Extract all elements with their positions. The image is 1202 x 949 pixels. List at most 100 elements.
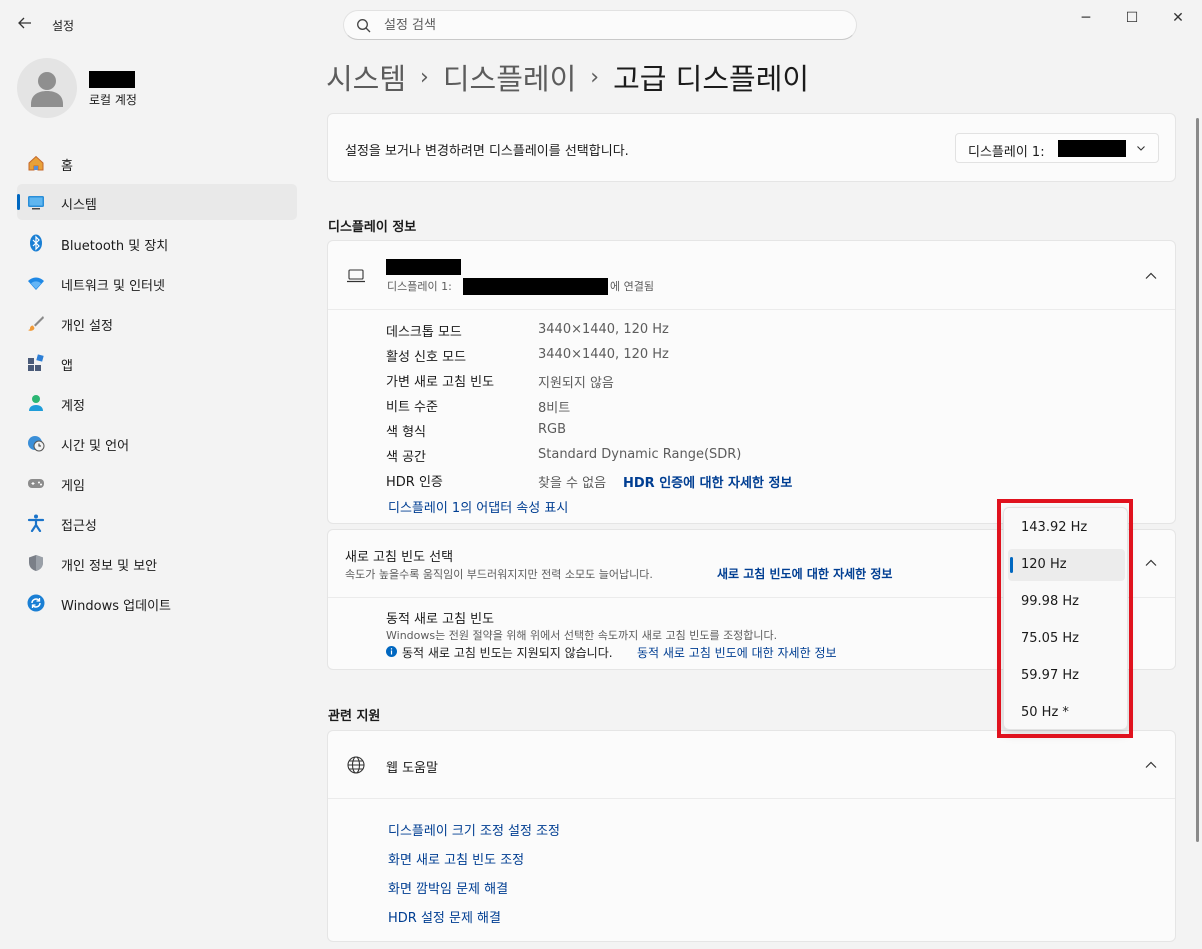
- gamepad-icon: [28, 479, 44, 488]
- refresh-rate-title: 새로 고침 빈도 선택: [345, 550, 454, 565]
- home-icon: [28, 155, 44, 171]
- monitor-name-redacted: [386, 259, 461, 275]
- wifi-icon: [28, 277, 44, 290]
- info-label-hdr-cert: HDR 인증: [386, 475, 443, 490]
- sidebar-item-label: Bluetooth 및 장치: [61, 239, 169, 254]
- divider: [328, 309, 1175, 310]
- display-select-value: 디스플레이 1:: [968, 145, 1045, 160]
- help-link-hdr[interactable]: HDR 설정 문제 해결: [388, 907, 501, 926]
- info-value-desktop-mode: 3440×1440, 120 Hz: [538, 322, 669, 337]
- search-icon: [357, 19, 371, 33]
- red-highlight-annotation: [997, 499, 1133, 738]
- app-title: 설정: [52, 19, 75, 33]
- brush-icon: [28, 316, 44, 331]
- avatar[interactable]: [17, 58, 77, 118]
- chevron-up-icon[interactable]: [1144, 556, 1158, 570]
- sidebar-item-windows-update[interactable]: Windows 업데이트: [17, 585, 297, 621]
- info-value-bit-depth: 8비트: [538, 401, 571, 416]
- breadcrumb-display[interactable]: 디스플레이: [443, 56, 576, 98]
- web-help-label: 웹 도움말: [386, 761, 438, 776]
- adapter-properties-link[interactable]: 디스플레이 1의 어댑터 속성 표시: [388, 497, 568, 516]
- bluetooth-icon: [30, 234, 42, 252]
- refresh-rate-info-link[interactable]: 새로 고침 빈도에 대한 자세한 정보: [717, 565, 892, 582]
- breadcrumb: 시스템 › 디스플레이 › 고급 디스플레이: [326, 56, 809, 98]
- page-title: 고급 디스플레이: [613, 62, 810, 96]
- apps-icon: [28, 354, 44, 371]
- refresh-rate-desc: 속도가 높을수록 움직임이 부드러워지지만 전력 소모도 늘어납니다.: [345, 568, 653, 581]
- help-link-display-scale[interactable]: 디스플레이 크기 조정 설정 조정: [388, 820, 560, 839]
- selection-indicator: [17, 194, 20, 210]
- display-info-header[interactable]: 디스플레이 1: 에 연결됨: [328, 241, 1175, 309]
- close-button[interactable]: ✕: [1155, 4, 1201, 32]
- sidebar-item-label: 접근성: [61, 519, 97, 534]
- sidebar-item-label: Windows 업데이트: [61, 599, 172, 614]
- sidebar-item-bluetooth[interactable]: Bluetooth 및 장치: [17, 225, 297, 261]
- search-box[interactable]: [343, 10, 857, 40]
- account-name-redacted: [89, 71, 135, 88]
- sidebar-item-label: 계정: [61, 399, 85, 414]
- minimize-button[interactable]: ─: [1063, 4, 1109, 32]
- divider: [328, 798, 1175, 799]
- sidebar-item-personalization[interactable]: 개인 설정: [17, 305, 297, 341]
- sidebar-item-privacy[interactable]: 개인 정보 및 보안: [17, 545, 297, 581]
- info-label-desktop-mode: 데스크톱 모드: [386, 325, 462, 340]
- connection-suffix: 에 연결됨: [610, 280, 654, 293]
- sidebar-item-label: 개인 설정: [61, 319, 113, 334]
- sidebar-item-accessibility[interactable]: 접근성: [17, 505, 297, 541]
- sidebar-item-label: 네트워크 및 인터넷: [61, 279, 165, 294]
- info-label-color-space: 색 공간: [386, 450, 427, 465]
- sidebar-item-network[interactable]: 네트워크 및 인터넷: [17, 265, 297, 301]
- update-icon: [27, 594, 45, 612]
- dynamic-refresh-link[interactable]: 동적 새로 고침 빈도에 대한 자세한 정보: [637, 644, 837, 661]
- sidebar-item-accounts[interactable]: 계정: [17, 385, 297, 421]
- dynamic-refresh-title: 동적 새로 고침 빈도: [386, 612, 495, 627]
- display-info-card: 디스플레이 1: 에 연결됨 데스크톱 모드 3440×1440, 120 Hz…: [327, 240, 1176, 524]
- minimize-icon: ─: [1081, 10, 1091, 26]
- close-icon: ✕: [1172, 10, 1184, 26]
- chevron-up-icon: [1145, 272, 1157, 279]
- info-label-vrr: 가변 새로 고침 빈도: [386, 375, 495, 390]
- back-button[interactable]: [14, 12, 36, 34]
- sidebar-item-label: 시스템: [61, 198, 97, 213]
- sidebar-item-system[interactable]: 시스템: [17, 184, 297, 220]
- maximize-button[interactable]: ☐: [1109, 4, 1155, 32]
- sidebar-item-time-language[interactable]: 시간 및 언어: [17, 425, 297, 461]
- globe-clock-icon: [28, 436, 45, 452]
- info-label-active-signal: 활성 신호 모드: [386, 350, 467, 365]
- help-link-refresh-rate[interactable]: 화면 새로 고침 빈도 조정: [388, 849, 524, 868]
- chevron-up-icon: [1145, 761, 1157, 768]
- chevron-right-icon: ›: [420, 64, 429, 90]
- sidebar-item-label: 홈: [61, 159, 73, 174]
- info-value-vrr: 지원되지 않음: [538, 376, 614, 391]
- sidebar-item-gaming[interactable]: 게임: [17, 465, 297, 501]
- hdr-cert-link[interactable]: HDR 인증에 대한 자세한 정보: [623, 472, 792, 491]
- connection-prefix: 디스플레이 1:: [387, 280, 452, 293]
- display-name-redacted: [1058, 140, 1126, 157]
- chevron-right-icon: ›: [590, 64, 600, 90]
- display-info-heading: 디스플레이 정보: [328, 220, 417, 235]
- user-silhouette-icon: [31, 72, 63, 107]
- dynamic-refresh-desc: Windows는 전원 절약을 위해 위에서 선택한 속도까지 새로 고침 빈도…: [386, 629, 778, 642]
- sidebar-item-label: 앱: [61, 359, 73, 374]
- web-help-header[interactable]: 웹 도움말: [328, 731, 1175, 798]
- info-value-hdr-cert: 찾을 수 없음: [538, 476, 607, 491]
- info-value-color-space: Standard Dynamic Range(SDR): [538, 447, 742, 462]
- sidebar-item-label: 시간 및 언어: [61, 439, 130, 454]
- sidebar-item-home[interactable]: 홈: [17, 145, 297, 181]
- back-arrow-icon: [18, 17, 31, 29]
- globe-icon: [347, 756, 365, 774]
- shield-icon: [29, 555, 43, 571]
- breadcrumb-system[interactable]: 시스템: [326, 56, 406, 98]
- account-type: 로컬 계정: [89, 93, 137, 107]
- scrollbar[interactable]: [1196, 118, 1199, 842]
- maximize-icon: ☐: [1125, 10, 1139, 26]
- sidebar-item-apps[interactable]: 앱: [17, 345, 297, 381]
- display-select-dropdown[interactable]: 디스플레이 1:: [955, 133, 1159, 163]
- system-icon: [28, 196, 44, 210]
- search-input[interactable]: [384, 16, 824, 34]
- help-link-flicker[interactable]: 화면 깜박임 문제 해결: [388, 878, 508, 897]
- related-support-card: 웹 도움말 디스플레이 크기 조정 설정 조정 화면 새로 고침 빈도 조정 화…: [327, 730, 1176, 942]
- info-value-active-signal: 3440×1440, 120 Hz: [538, 347, 669, 362]
- dynamic-refresh-info: 동적 새로 고침 빈도는 지원되지 않습니다.: [402, 646, 613, 660]
- sidebar-item-label: 게임: [61, 479, 85, 494]
